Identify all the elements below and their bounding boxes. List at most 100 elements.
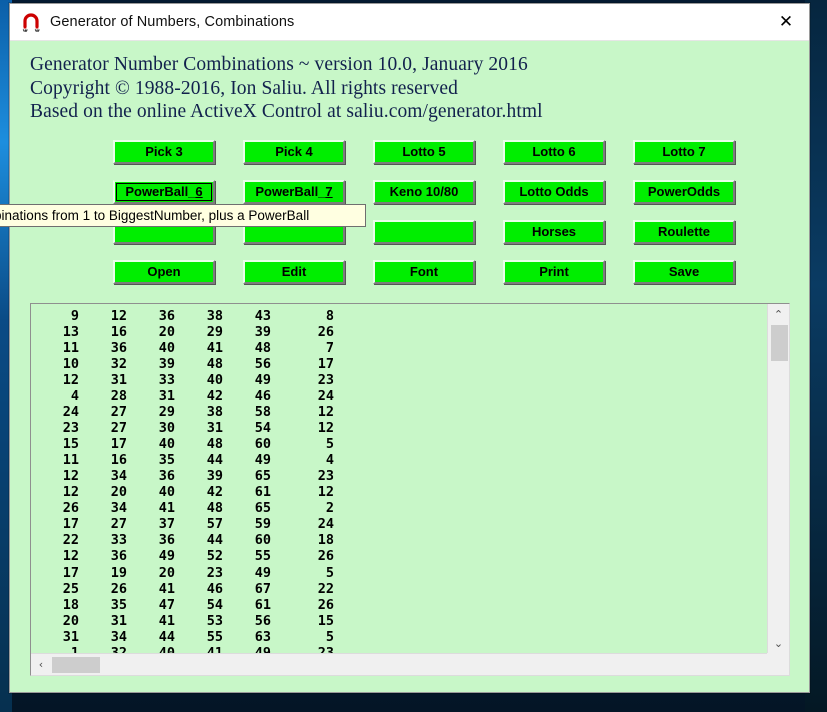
combination-number: 40	[158, 644, 175, 653]
combination-number: 29	[206, 324, 223, 341]
combination-row: 23 27 30 31 54 12	[31, 420, 767, 436]
magnet-icon	[20, 11, 42, 33]
combination-number: 18	[317, 532, 334, 549]
combination-number: 27	[110, 516, 127, 533]
combination-number: 12	[110, 308, 127, 324]
combination-number: 48	[206, 356, 223, 373]
combination-number: 23	[317, 468, 334, 485]
edit-button[interactable]: Edit	[243, 259, 345, 284]
powerball-7-button[interactable]: PowerBall_ 7	[243, 179, 345, 204]
combination-number: 16	[110, 452, 127, 469]
combinations-textarea[interactable]: 9 12 36 38 43 8 13 16 20 29 39 26 11 36 40 41 48 7 10 32 39 4…	[30, 303, 790, 676]
combination-number: 17	[317, 356, 334, 373]
keno-10-80-button[interactable]: Keno 10/80	[373, 179, 475, 204]
button-grid: Pick 3 Pick 4 Lotto 5 Lotto 6 Lotto 7 Po…	[0, 139, 809, 300]
button-row-1: Pick 3 Pick 4 Lotto 5 Lotto 6 Lotto 7	[113, 139, 809, 180]
power-odds-button[interactable]: PowerOdds	[633, 179, 735, 204]
combination-number: 31	[62, 628, 79, 645]
scroll-up-icon[interactable]: ⌃	[768, 304, 789, 324]
combination-number: 20	[62, 612, 79, 629]
combination-number: 15	[317, 612, 334, 629]
roulette-button[interactable]: Roulette	[633, 219, 735, 244]
combination-number: 25	[62, 580, 79, 597]
scroll-down-icon[interactable]: ⌄	[768, 633, 789, 653]
combination-number: 34	[110, 628, 127, 645]
combination-number: 53	[206, 612, 223, 629]
save-button[interactable]: Save	[633, 259, 735, 284]
lotto-5-button[interactable]: Lotto 5	[373, 139, 475, 164]
combination-number: 26	[317, 324, 334, 341]
lotto-7-button[interactable]: Lotto 7	[633, 139, 735, 164]
close-icon[interactable]: ✕	[763, 4, 809, 39]
combination-number: 36	[158, 468, 175, 485]
combination-number: 42	[206, 484, 223, 501]
combination-number: 4	[325, 452, 334, 469]
combination-row: 4 28 31 42 46 24	[31, 388, 767, 404]
combination-number: 8	[325, 308, 334, 324]
combination-number: 5	[325, 436, 334, 453]
combination-number: 24	[62, 404, 79, 421]
horses-button[interactable]: Horses	[503, 219, 605, 244]
combination-number: 38	[206, 308, 223, 324]
combination-number: 59	[254, 516, 271, 533]
vertical-scroll-thumb[interactable]	[771, 325, 788, 361]
combination-row: 12 36 49 52 55 26	[31, 548, 767, 564]
combination-number: 40	[206, 372, 223, 389]
combination-row: 1 32 40 41 49 23	[31, 645, 767, 653]
combination-number: 60	[254, 532, 271, 549]
combination-number: 36	[158, 532, 175, 549]
window-client-area: Generator Number Combinations ~ version …	[0, 41, 809, 694]
vertical-scrollbar[interactable]: ⌃ ⌄	[767, 304, 789, 653]
combination-number: 48	[254, 340, 271, 357]
combination-number: 17	[62, 564, 79, 581]
open-button[interactable]: Open	[113, 259, 215, 284]
header-line-3: Based on the online ActiveX Control at s…	[30, 101, 543, 122]
pick-4-button[interactable]: Pick 4	[243, 139, 345, 164]
combination-number: 56	[254, 612, 271, 629]
header-line-2: Copyright © 1988-2016, Ion Saliu. All ri…	[30, 77, 458, 99]
combinations-list: 9 12 36 38 43 8 13 16 20 29 39 26 11 36 40 41 48 7 10 32 39 4…	[31, 304, 767, 653]
combination-number: 46	[254, 388, 271, 405]
combination-number: 41	[158, 580, 175, 597]
combination-row: 12 34 36 39 65 23	[31, 468, 767, 484]
combination-number: 35	[110, 596, 127, 613]
combination-number: 41	[206, 340, 223, 357]
combination-number: 40	[158, 436, 175, 453]
combination-number: 22	[317, 580, 334, 597]
combination-number: 33	[110, 532, 127, 549]
combination-number: 12	[317, 404, 334, 421]
font-button[interactable]: Font	[373, 259, 475, 284]
combination-number: 36	[110, 340, 127, 357]
combination-number: 40	[158, 340, 175, 357]
combination-number: 10	[62, 356, 79, 373]
combination-number: 39	[206, 468, 223, 485]
combination-number: 1	[70, 644, 79, 653]
scroll-left-icon[interactable]: ‹	[31, 654, 51, 675]
combination-number: 61	[254, 596, 271, 613]
combination-number: 23	[317, 372, 334, 389]
horizontal-scrollbar[interactable]: ‹ ›	[31, 653, 780, 675]
combination-number: 36	[158, 308, 175, 324]
combination-row: 17 19 20 23 49 5	[31, 565, 767, 581]
combination-number: 17	[62, 516, 79, 533]
horizontal-scroll-thumb[interactable]	[52, 657, 100, 673]
print-button[interactable]: Print	[503, 259, 605, 284]
combination-number: 18	[62, 596, 79, 613]
powerball-6-button[interactable]: PowerBall_ 6	[113, 179, 215, 204]
combination-number: 23	[62, 420, 79, 437]
combination-row: 12 31 33 40 49 23	[31, 372, 767, 388]
combination-row: 26 34 41 48 65 2	[31, 500, 767, 516]
combination-row: 17 27 37 57 59 24	[31, 516, 767, 532]
combination-number: 27	[110, 420, 127, 437]
pick-3-button[interactable]: Pick 3	[113, 139, 215, 164]
combination-number: 24	[317, 388, 334, 405]
lotto-odds-button[interactable]: Lotto Odds	[503, 179, 605, 204]
combination-number: 4	[70, 388, 79, 405]
combination-row: 13 16 20 29 39 26	[31, 324, 767, 340]
combination-number: 23	[317, 644, 334, 653]
combination-number: 7	[325, 340, 334, 357]
lotto-6-button[interactable]: Lotto 6	[503, 139, 605, 164]
hidden-button-3[interactable]	[373, 219, 475, 244]
combination-number: 41	[206, 644, 223, 653]
combination-number: 20	[110, 484, 127, 501]
